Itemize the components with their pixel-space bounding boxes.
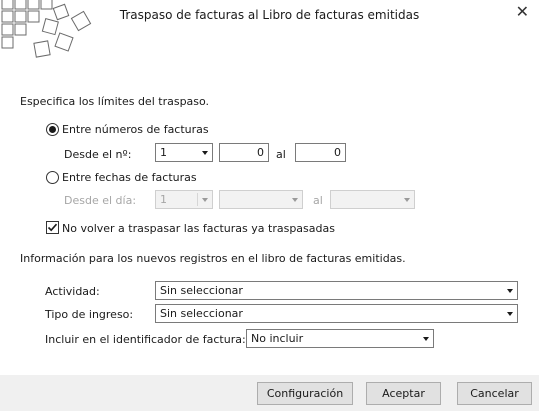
activity-value: Sin seleccionar (160, 284, 243, 297)
invoice-dates-radio[interactable] (46, 171, 59, 184)
activity-label: Actividad: (45, 285, 100, 298)
chevron-down-icon (202, 198, 208, 202)
accept-button[interactable]: Aceptar (366, 382, 441, 405)
include-id-value: No incluir (251, 332, 304, 345)
date-to-label: al (313, 194, 323, 207)
number-to-label: al (276, 148, 286, 161)
skip-transferred-label[interactable]: No volver a traspasar las facturas ya tr… (62, 222, 335, 235)
chevron-down-icon (202, 151, 208, 155)
checkmark-icon (47, 223, 58, 232)
configuration-button[interactable]: Configuración (257, 382, 353, 405)
income-type-value: Sin seleccionar (160, 307, 243, 320)
chevron-down-icon (507, 312, 513, 316)
date-to-select[interactable] (330, 190, 415, 209)
chevron-down-icon (404, 198, 410, 202)
window-title: Traspaso de facturas al Libro de factura… (119, 8, 420, 22)
chevron-down-icon (507, 289, 513, 293)
income-type-select[interactable]: Sin seleccionar (155, 304, 518, 323)
invoice-numbers-radio[interactable] (46, 123, 59, 136)
cancel-button[interactable]: Cancelar (457, 382, 532, 405)
date-series-value: 1 (160, 193, 167, 206)
date-series-select[interactable]: 1 (155, 190, 213, 209)
select-divider (197, 193, 198, 206)
number-to-input[interactable]: 0 (295, 143, 346, 162)
include-id-select[interactable]: No incluir (246, 329, 434, 348)
invoice-numbers-label[interactable]: Entre números de facturas (62, 123, 209, 136)
chevron-down-icon (292, 198, 298, 202)
number-from-label: Desde el nº: (64, 148, 132, 161)
close-icon[interactable]: ✕ (516, 2, 529, 21)
number-series-select[interactable]: 1 (155, 143, 213, 162)
chevron-down-icon (423, 337, 429, 341)
new-records-heading: Información para los nuevos registros en… (20, 252, 406, 265)
date-from-select[interactable] (219, 190, 303, 209)
skip-transferred-checkbox[interactable] (46, 221, 59, 234)
invoice-dates-label[interactable]: Entre fechas de facturas (62, 171, 197, 184)
activity-select[interactable]: Sin seleccionar (155, 281, 518, 300)
number-from-input[interactable]: 0 (219, 143, 269, 162)
include-id-label: Incluir en el identificador de factura: (45, 333, 246, 346)
income-type-label: Tipo de ingreso: (45, 308, 134, 321)
date-from-label: Desde el día: (64, 194, 137, 207)
limits-heading: Especifica los límites del traspaso. (20, 95, 210, 108)
number-series-value: 1 (160, 146, 167, 159)
